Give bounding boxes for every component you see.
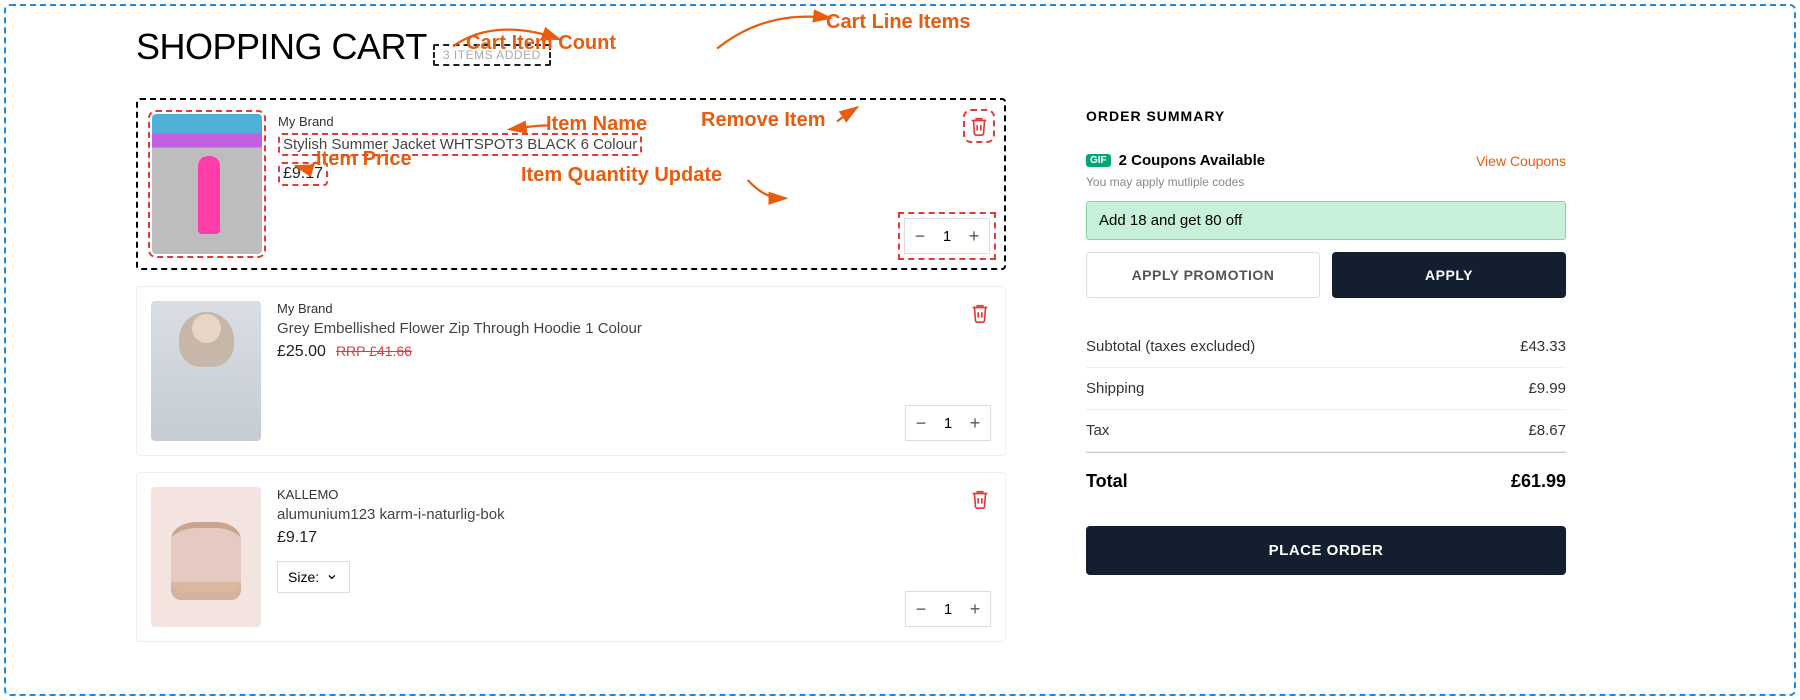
- summary-title: ORDER SUMMARY: [1086, 108, 1566, 124]
- shipping-value: £9.99: [1528, 380, 1566, 397]
- product-brand: KALLEMO: [277, 487, 989, 502]
- quantity-stepper[interactable]: − 1 +: [904, 218, 990, 254]
- tax-value: £8.67: [1528, 422, 1566, 439]
- qty-increase-button[interactable]: +: [959, 219, 989, 253]
- total-label: Total: [1086, 471, 1128, 492]
- quantity-stepper[interactable]: − 1 +: [905, 591, 991, 627]
- product-brand: My Brand: [277, 301, 989, 316]
- qty-value: 1: [935, 228, 959, 245]
- coupon-hint: You may apply mutliple codes: [1086, 175, 1566, 189]
- size-label: Size:: [288, 569, 319, 585]
- qty-increase-button[interactable]: +: [960, 592, 990, 626]
- qty-value: 1: [936, 415, 960, 432]
- trash-icon: [969, 301, 991, 325]
- apply-promotion-button[interactable]: APPLY PROMOTION: [1086, 252, 1320, 298]
- cart-item-count-badge: 3 ITEMS ADDED: [433, 44, 551, 66]
- remove-item-button[interactable]: [968, 114, 990, 138]
- quantity-stepper[interactable]: − 1 +: [905, 405, 991, 441]
- cart-item: KALLEMO alumunium123 karm-i-naturlig-bok…: [136, 472, 1006, 642]
- shipping-label: Shipping: [1086, 380, 1144, 397]
- product-thumbnail[interactable]: [151, 301, 261, 441]
- remove-item-button[interactable]: [969, 301, 991, 325]
- subtotal-label: Subtotal (taxes excluded): [1086, 338, 1255, 355]
- trash-icon: [969, 487, 991, 511]
- cart-item: My Brand Grey Embellished Flower Zip Thr…: [136, 286, 1006, 456]
- coupon-badge: GIF: [1086, 154, 1111, 167]
- product-rrp: RRP £41.66: [336, 343, 412, 359]
- apply-button[interactable]: APPLY: [1332, 252, 1566, 298]
- order-summary: ORDER SUMMARY GIF 2 Coupons Available Vi…: [1086, 98, 1586, 658]
- promo-banner: Add 18 and get 80 off: [1086, 201, 1566, 240]
- product-price: £9.17: [277, 529, 317, 547]
- coupons-available-text: 2 Coupons Available: [1119, 152, 1265, 169]
- product-name[interactable]: Stylish Summer Jacket WHTSPOT3 BLACK 6 C…: [278, 133, 642, 156]
- page-title: SHOPPING CART: [136, 26, 427, 68]
- remove-item-button[interactable]: [969, 487, 991, 511]
- qty-decrease-button[interactable]: −: [906, 406, 936, 440]
- qty-increase-button[interactable]: +: [960, 406, 990, 440]
- total-value: £61.99: [1511, 471, 1566, 492]
- product-thumbnail[interactable]: [152, 114, 262, 254]
- cart-item: My Brand Stylish Summer Jacket WHTSPOT3 …: [136, 98, 1006, 270]
- qty-decrease-button[interactable]: −: [905, 219, 935, 253]
- chevron-down-icon: ⌄: [325, 564, 338, 584]
- size-select[interactable]: Size: ⌄: [277, 561, 350, 593]
- product-price: £9.17: [278, 162, 328, 186]
- qty-value: 1: [936, 601, 960, 618]
- subtotal-value: £43.33: [1520, 338, 1566, 355]
- product-name[interactable]: Grey Embellished Flower Zip Through Hood…: [277, 320, 989, 337]
- product-price: £25.00: [277, 343, 326, 361]
- tax-label: Tax: [1086, 422, 1109, 439]
- view-coupons-link[interactable]: View Coupons: [1476, 153, 1566, 169]
- product-thumbnail[interactable]: [151, 487, 261, 627]
- trash-icon: [968, 114, 990, 138]
- cart-line-items: My Brand Stylish Summer Jacket WHTSPOT3 …: [136, 98, 1006, 658]
- product-brand: My Brand: [278, 114, 988, 129]
- place-order-button[interactable]: PLACE ORDER: [1086, 526, 1566, 575]
- qty-decrease-button[interactable]: −: [906, 592, 936, 626]
- product-name[interactable]: alumunium123 karm-i-naturlig-bok: [277, 506, 989, 523]
